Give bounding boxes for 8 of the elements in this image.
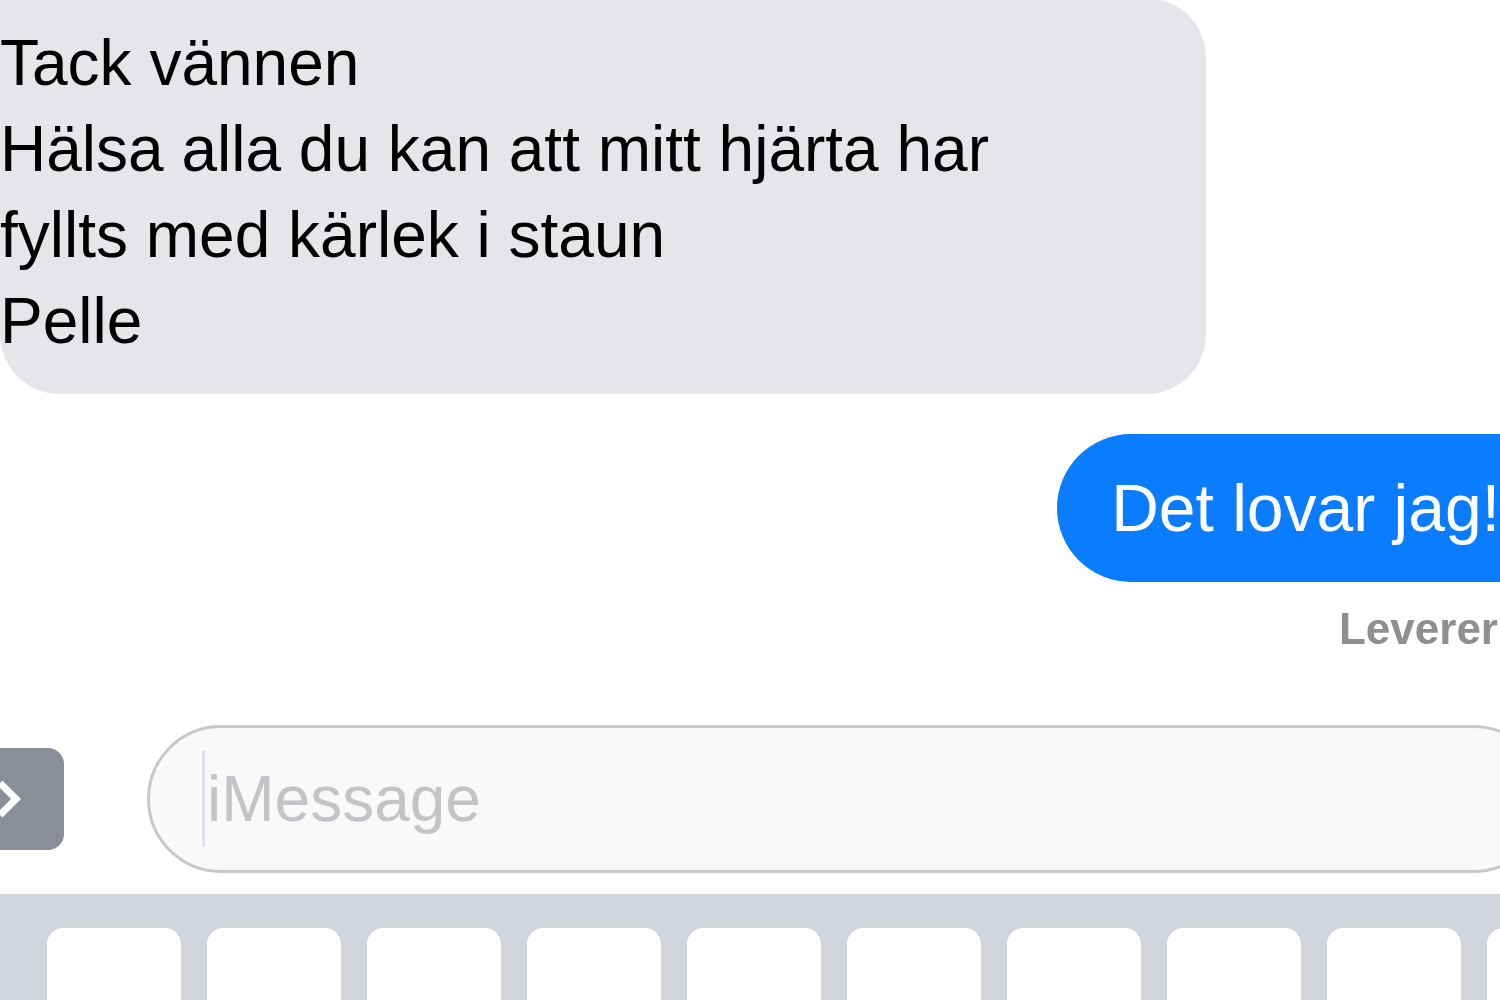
message-text: Tack vännen — [0, 26, 360, 101]
apps-button[interactable] — [0, 748, 64, 850]
delivery-status: Leverer — [1339, 604, 1498, 653]
message-text: fyllts med kärlek i staun — [0, 198, 666, 273]
message-text: Pelle — [0, 284, 143, 359]
message-text: Hälsa alla du kan att mitt hjärta har — [0, 112, 989, 187]
message-text: Det lovar jag! — [1111, 469, 1500, 547]
chevron-right-icon — [0, 779, 22, 819]
